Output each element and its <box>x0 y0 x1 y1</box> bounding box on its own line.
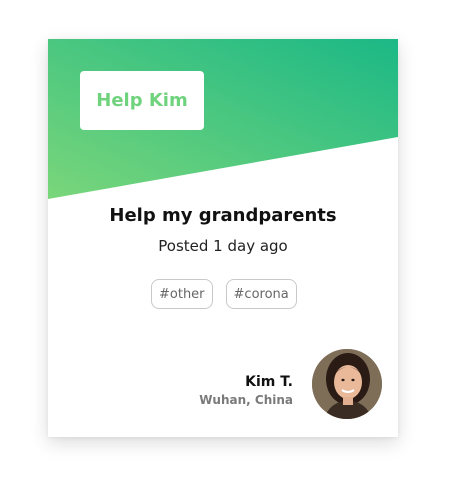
tag-list: #other #corona <box>151 279 297 309</box>
tag-corona[interactable]: #corona <box>225 279 297 309</box>
card-title: Help my grandparents <box>109 205 337 226</box>
request-card[interactable]: Help Kim Help my grandparents Posted 1 d… <box>48 39 398 437</box>
help-badge[interactable]: Help Kim <box>80 71 204 130</box>
author-info: Kim T. Wuhan, China <box>199 372 293 409</box>
avatar-image <box>312 349 382 419</box>
tag-other[interactable]: #other <box>151 279 213 309</box>
posted-time: Posted 1 day ago <box>158 237 288 255</box>
avatar[interactable] <box>312 349 382 419</box>
help-badge-label: Help Kim <box>96 90 188 111</box>
author-location: Wuhan, China <box>199 393 293 407</box>
author-name: Kim T. <box>245 374 293 390</box>
